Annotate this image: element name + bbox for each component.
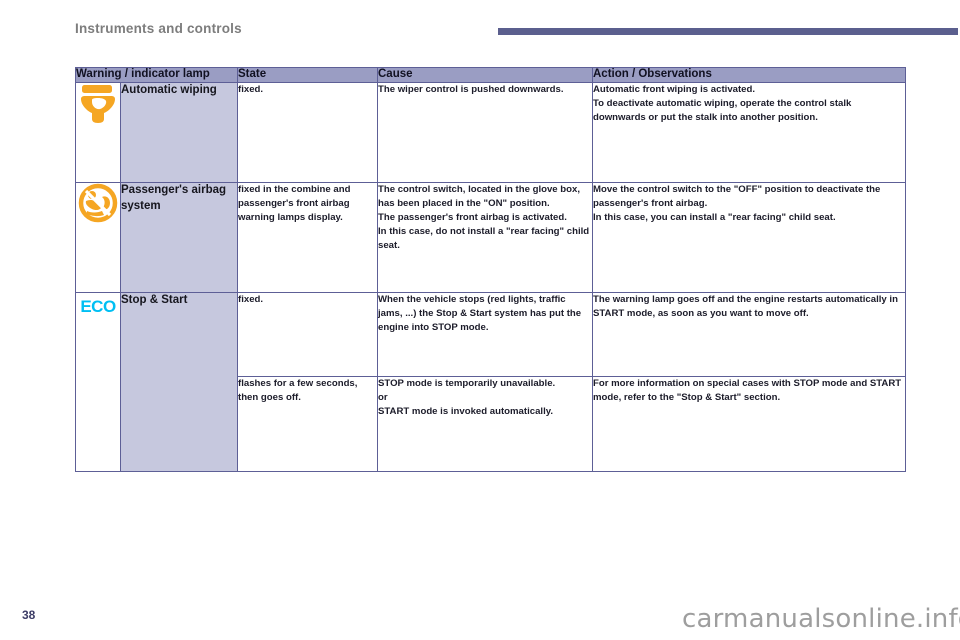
header-rule — [498, 28, 958, 35]
lamp-action-passenger-airbag: Move the control switch to the "OFF" pos… — [593, 183, 906, 293]
lamp-state-stop-start-fixed: fixed. — [238, 293, 378, 377]
lamp-icon-cell-passenger-airbag — [76, 183, 121, 293]
column-header-cause: Cause — [378, 68, 593, 83]
lamp-name-automatic-wiping: Automatic wiping — [121, 83, 238, 183]
watermark: carmanualsonline.info — [682, 604, 960, 634]
page-header: Instruments and controls — [0, 0, 960, 46]
column-header-state: State — [238, 68, 378, 83]
table-body: Automatic wiping fixed. The wiper contro… — [76, 83, 906, 472]
lamp-cause-stop-start-flashing: STOP mode is temporarily unavailable.orS… — [378, 377, 593, 472]
lamp-cause-automatic-wiping: The wiper control is pushed downwards. — [378, 83, 593, 183]
table-row: ECO Stop & Start fixed. When the vehicle… — [76, 293, 906, 377]
lamp-cause-passenger-airbag: The control switch, located in the glove… — [378, 183, 593, 293]
page-number: 38 — [22, 608, 35, 622]
lamp-icon-cell-automatic-wiping — [76, 83, 121, 183]
lamp-state-passenger-airbag: fixed in the combine and passenger's fro… — [238, 183, 378, 293]
column-header-warning-lamp: Warning / indicator lamp — [76, 68, 238, 83]
table-header-row: Warning / indicator lamp State Cause Act… — [76, 68, 906, 83]
warning-lamp-table: Warning / indicator lamp State Cause Act… — [75, 67, 906, 472]
lamp-name-passenger-airbag: Passenger's airbag system — [121, 183, 238, 293]
table-row: Automatic wiping fixed. The wiper contro… — [76, 83, 906, 183]
lamp-cause-stop-start-fixed: When the vehicle stops (red lights, traf… — [378, 293, 593, 377]
table-header: Warning / indicator lamp State Cause Act… — [76, 68, 906, 83]
lamp-name-stop-start: Stop & Start — [121, 293, 238, 472]
lamp-state-stop-start-flashing: flashes for a few seconds, then goes off… — [238, 377, 378, 472]
passenger-airbag-off-icon — [78, 183, 118, 223]
page-title: Instruments and controls — [75, 21, 242, 36]
column-header-action: Action / Observations — [593, 68, 906, 83]
lamp-action-automatic-wiping: Automatic front wiping is activated.To d… — [593, 83, 906, 183]
lamp-state-automatic-wiping: fixed. — [238, 83, 378, 183]
lamp-action-stop-start-fixed: The warning lamp goes off and the engine… — [593, 293, 906, 377]
eco-icon: ECO — [80, 293, 115, 317]
windscreen-wiper-icon — [78, 83, 118, 123]
lamp-action-stop-start-flashing: For more information on special cases wi… — [593, 377, 906, 472]
table-row: Passenger's airbag system fixed in the c… — [76, 183, 906, 293]
lamp-icon-cell-stop-start: ECO — [76, 293, 121, 472]
